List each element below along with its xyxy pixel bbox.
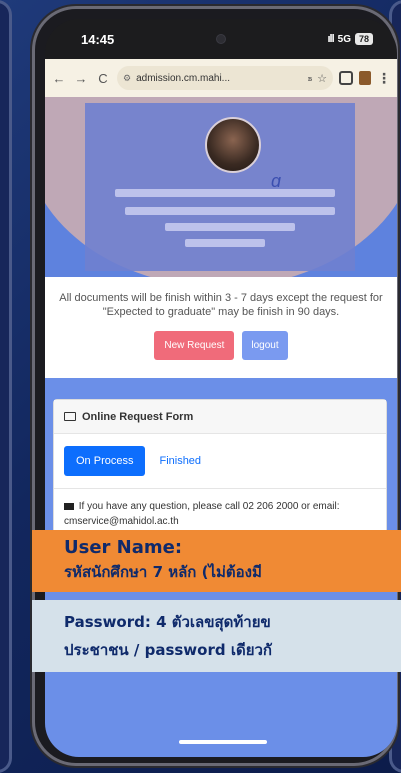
avatar bbox=[205, 117, 261, 173]
status-indicators: ıll 5G 78 bbox=[327, 33, 373, 45]
username-label: User Name: bbox=[64, 537, 183, 558]
home-indicator[interactable] bbox=[179, 740, 267, 744]
battery-icon: 78 bbox=[354, 33, 373, 45]
notice-panel: All documents will be finish within 3 - … bbox=[45, 277, 397, 378]
card-title: Online Request Form bbox=[82, 410, 194, 423]
notice-text: All documents will be finish within 3 - … bbox=[59, 292, 383, 318]
menu-icon[interactable]: ⋮ bbox=[377, 70, 391, 87]
profile-hero: ɑ bbox=[45, 97, 397, 277]
status-bar: 14:45 ıll 5G 78 bbox=[45, 19, 397, 59]
camera-icon bbox=[215, 34, 226, 44]
tab-on-process[interactable]: On Process bbox=[64, 446, 146, 476]
network-label: 5G bbox=[337, 33, 351, 45]
request-form-card: Online Request Form On Process Finished … bbox=[53, 399, 387, 537]
blurred-detail bbox=[185, 239, 265, 247]
mail-icon bbox=[64, 502, 74, 510]
blurred-detail bbox=[165, 223, 295, 231]
tab-finished[interactable]: Finished bbox=[159, 455, 201, 467]
card-header: Online Request Form bbox=[54, 400, 386, 434]
blurred-name bbox=[115, 189, 335, 197]
back-icon[interactable]: ← bbox=[51, 71, 67, 86]
action-buttons: New Request logout bbox=[55, 331, 387, 360]
site-settings-icon[interactable]: ⚙ bbox=[123, 73, 131, 84]
translate-icon[interactable]: ᏼ bbox=[308, 73, 312, 84]
extension-icon[interactable] bbox=[359, 71, 371, 85]
password-hint: ประชาชน / password เดียวกั bbox=[64, 641, 272, 659]
status-time: 14:45 bbox=[81, 31, 115, 47]
reload-icon[interactable]: C bbox=[95, 71, 111, 86]
signal-icon: ıll bbox=[327, 33, 334, 45]
tabs-icon[interactable] bbox=[339, 71, 353, 85]
forward-icon[interactable]: → bbox=[73, 71, 89, 86]
bookmark-star-icon[interactable]: ☆ bbox=[317, 72, 327, 85]
browser-toolbar: ← → C ⚙ admission.cm.mahi... ᏼ ☆ ⋮ bbox=[45, 59, 397, 97]
new-request-button[interactable]: New Request bbox=[154, 331, 235, 360]
address-bar[interactable]: ⚙ admission.cm.mahi... ᏼ ☆ bbox=[117, 66, 333, 90]
url-text[interactable]: admission.cm.mahi... bbox=[136, 73, 303, 84]
status-tabs: On Process Finished bbox=[54, 434, 386, 489]
contact-text: If you have any question, please call 02… bbox=[64, 501, 340, 527]
side-phone-left bbox=[0, 0, 12, 773]
username-overlay: User Name: รหัสนักศึกษา 7 หลัก (ไม่ต้องม… bbox=[32, 530, 401, 592]
username-hint: รหัสนักศึกษา 7 หลัก (ไม่ต้องมี bbox=[64, 563, 262, 581]
password-label: Password: 4 ตัวเลขสุดท้ายข bbox=[64, 613, 271, 631]
blurred-detail bbox=[125, 207, 335, 215]
password-overlay: Password: 4 ตัวเลขสุดท้ายข ประชาชน / pas… bbox=[32, 600, 401, 672]
logout-button[interactable]: logout bbox=[242, 331, 288, 360]
folder-icon bbox=[64, 412, 76, 421]
